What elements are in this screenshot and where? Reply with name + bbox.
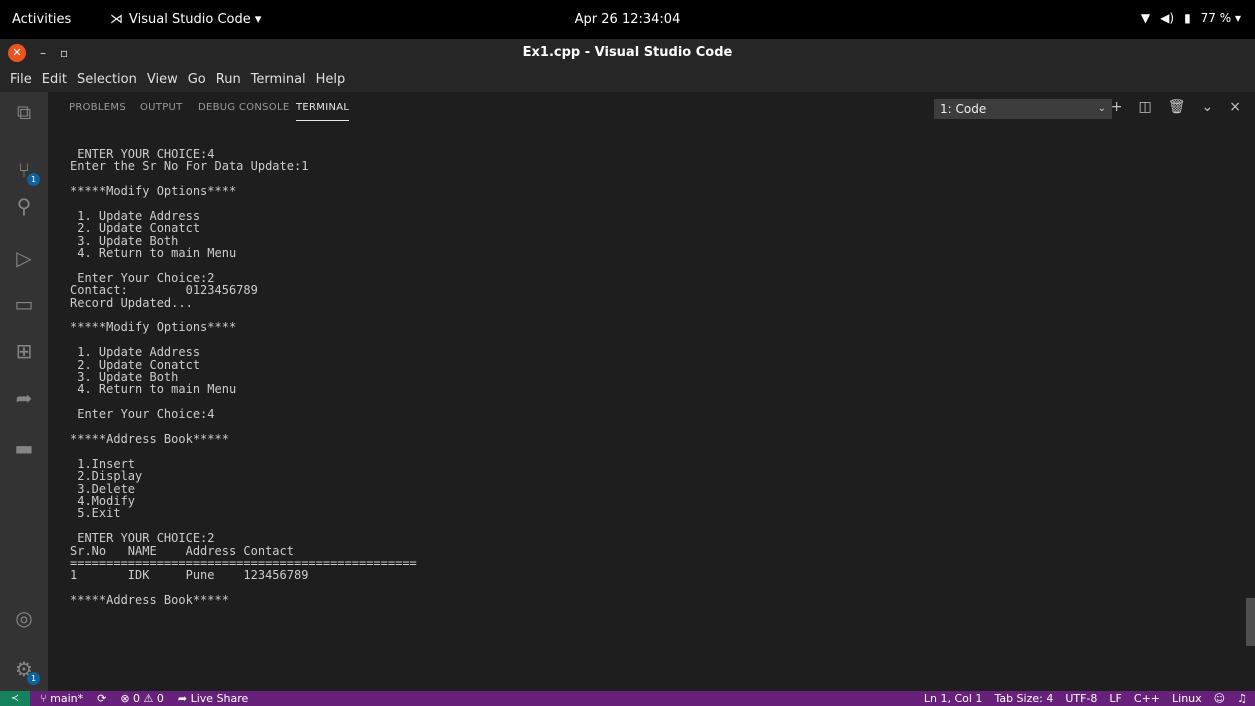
terminal-line: 4. Return to main Menu [70, 246, 237, 261]
menu-run[interactable]: Run [211, 72, 246, 87]
status-bar: ≺ ⑂ main* ⟳ ⊗ 0 ⚠ 0 ➦ Live Share Ln 1, C… [0, 691, 1255, 706]
terminal-line: 4. Return to main Menu [70, 382, 237, 397]
battery-percentage: 77 % ▾ [1200, 11, 1241, 25]
menu-help[interactable]: Help [311, 72, 351, 87]
manage-badge: 1 [27, 672, 40, 685]
git-branch[interactable]: ⑂ main* [40, 692, 83, 705]
terminal-selector-value: 1: Code [940, 102, 987, 116]
terminal-selector[interactable]: 1: Code ⌄ [934, 99, 1112, 119]
terminal-line: Enter Your Choice:4 [70, 407, 215, 422]
tab-output[interactable]: OUTPUT [140, 102, 183, 113]
volume-icon: ◀) [1160, 11, 1175, 25]
wifi-icon: ▼ [1140, 11, 1151, 25]
menu-file[interactable]: File [5, 72, 37, 87]
window-title: Ex1.cpp - Visual Studio Code [522, 45, 733, 60]
activity-bar: ⧉ ⑂ 1 ⚲ ▷ ▭ ⊞ ➦ ▬ ◎ ⚙ 1 [0, 92, 48, 691]
menu-view[interactable]: View [142, 72, 183, 87]
window-title-bar: ✕ – ▫ Ex1.cpp - Visual Studio Code [0, 39, 1255, 67]
search-icon[interactable]: ⚲ [10, 192, 38, 220]
terminal-line: 2.Display [70, 469, 143, 484]
menu-terminal[interactable]: Terminal [246, 72, 311, 87]
menu-bar: File Edit Selection View Go Run Terminal… [0, 67, 1255, 92]
extensions-icon[interactable]: ⊞ [10, 337, 38, 365]
terminal-output: ENTER YOUR CHOICE:4 Enter the Sr No For D… [70, 148, 417, 608]
terminal-line: *****Address Book***** [70, 593, 229, 608]
docker-icon[interactable]: ▬ [10, 434, 38, 462]
terminal-line: *****Address Book***** [70, 431, 229, 446]
maximize-panel-icon[interactable]: ⌄ [1202, 99, 1214, 115]
language-mode[interactable]: C++ [1134, 692, 1160, 705]
terminal-view[interactable]: ENTER YOUR CHOICE:4 Enter the Sr No For D… [48, 126, 1255, 691]
vscode-app-icon: ⋊ [110, 12, 123, 27]
live-share-icon[interactable]: ➦ [10, 384, 38, 412]
close-panel-icon[interactable]: × [1229, 99, 1241, 115]
terminal-line: 4.Modify [70, 493, 136, 508]
accounts-icon[interactable]: ◎ [10, 604, 38, 632]
source-control-badge: 1 [27, 173, 40, 186]
system-tray[interactable]: ▼ ◀) ▮ 77 % ▾ [1141, 11, 1241, 25]
terminal-line: Record Updated... [70, 295, 193, 310]
remote-explorer-icon[interactable]: ▭ [10, 290, 38, 318]
app-menu-label: Visual Studio Code ▾ [129, 12, 262, 27]
live-share-status-icon: ➦ [177, 692, 191, 705]
menu-edit[interactable]: Edit [37, 72, 72, 87]
tab-debug-console[interactable]: DEBUG CONSOLE [198, 102, 289, 113]
terminal-line: 1. Update Address [70, 345, 201, 360]
feedback-icon[interactable]: ☺ [1214, 692, 1225, 705]
os-indicator[interactable]: Linux [1172, 692, 1202, 705]
sync-icon[interactable]: ⟳ [97, 692, 106, 705]
notifications-bell-icon[interactable]: ♫ [1237, 692, 1247, 705]
encoding[interactable]: UTF-8 [1065, 692, 1097, 705]
activities-button[interactable]: Activities [12, 12, 71, 27]
terminal-scrollbar[interactable] [1246, 598, 1255, 646]
split-terminal-icon[interactable]: ◫ [1139, 99, 1152, 115]
terminal-line: 2. Update Conatct [70, 221, 201, 236]
kill-terminal-icon[interactable]: 🗑 [1168, 99, 1186, 115]
terminal-line: *****Modify Options**** [70, 184, 237, 199]
menu-go[interactable]: Go [183, 72, 211, 87]
minimize-window-button[interactable]: – [40, 46, 46, 60]
tab-problems[interactable]: PROBLEMS [69, 102, 126, 113]
problems-count[interactable]: ⊗ 0 ⚠ 0 [120, 692, 164, 705]
panel-header: PROBLEMS OUTPUT DEBUG CONSOLE TERMINAL 1… [48, 92, 1255, 126]
source-control-icon[interactable]: ⑂ 1 [10, 156, 40, 186]
chevron-down-icon: ⌄ [1097, 103, 1106, 114]
new-terminal-icon[interactable]: + [1111, 99, 1123, 115]
battery-icon: ▮ [1184, 11, 1191, 25]
terminal-line: 5.Exit [70, 506, 121, 521]
explorer-icon[interactable]: ⧉ [10, 98, 38, 126]
terminal-line: Enter the Sr No For Data Update:1 [70, 159, 309, 174]
tab-size[interactable]: Tab Size: 4 [994, 692, 1053, 705]
terminal-line: Contact: 0123456789 [70, 283, 258, 298]
manage-gear-icon[interactable]: ⚙ 1 [10, 655, 40, 685]
system-clock[interactable]: Apr 26 12:34:04 [575, 12, 681, 27]
end-of-line[interactable]: LF [1109, 692, 1121, 705]
menu-selection[interactable]: Selection [72, 72, 142, 87]
system-top-bar: Activities ⋊ Visual Studio Code ▾ Apr 26… [0, 0, 1255, 39]
close-window-button[interactable]: ✕ [8, 44, 26, 62]
remote-indicator-icon[interactable]: ≺ [0, 691, 30, 706]
app-menu-button[interactable]: ⋊ Visual Studio Code ▾ [110, 12, 261, 27]
live-share-status[interactable]: ➦ Live Share [178, 692, 248, 705]
terminal-line: 1 IDK Pune 123456789 [70, 568, 309, 583]
terminal-line: *****Modify Options**** [70, 320, 237, 335]
tab-terminal[interactable]: TERMINAL [296, 102, 350, 121]
cursor-position[interactable]: Ln 1, Col 1 [924, 692, 983, 705]
run-debug-icon[interactable]: ▷ [10, 244, 38, 272]
terminal-line: ENTER YOUR CHOICE:2 [70, 531, 215, 546]
restore-window-button[interactable]: ▫ [60, 46, 68, 60]
git-branch-icon: ⑂ [40, 692, 51, 705]
